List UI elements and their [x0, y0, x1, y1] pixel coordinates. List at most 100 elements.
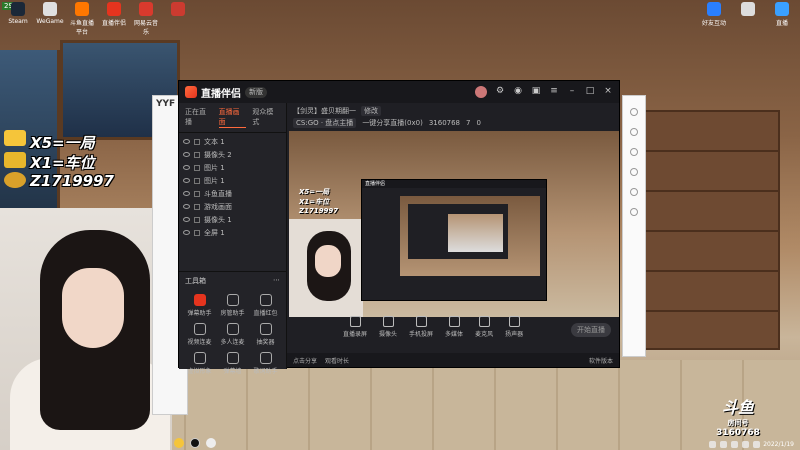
taskbar-clock[interactable]: 2022/1/19 — [763, 441, 794, 448]
panel-dot-icon[interactable] — [630, 208, 638, 216]
desktop-icon[interactable]: 直播伴侣 — [100, 2, 128, 27]
car-icon — [4, 152, 26, 168]
taskbar-app-icon[interactable] — [206, 438, 216, 448]
wallpaper-shelf — [630, 110, 780, 350]
lock-checkbox[interactable] — [194, 216, 200, 223]
visibility-eye-icon[interactable] — [183, 217, 190, 222]
avatar[interactable] — [475, 86, 487, 98]
tool-button[interactable]: 多人连麦 — [216, 323, 249, 346]
stream-preview[interactable]: X5=一局 X1=车位 Z1719997 直播伴侣 — [289, 131, 619, 317]
version-badge[interactable]: 新版 — [245, 86, 267, 98]
scene-item[interactable]: 文本 1 — [183, 135, 282, 148]
tray-icon[interactable] — [731, 441, 738, 448]
tool-label: 弹幕助手 — [187, 310, 212, 317]
tool-button[interactable]: 房管助手 — [216, 294, 249, 317]
room-title[interactable]: 【剑灵】盛贝期翻一 — [293, 106, 356, 116]
lock-checkbox[interactable] — [194, 138, 200, 145]
tray-icon[interactable] — [720, 441, 727, 448]
scene-item[interactable]: 斗鱼直播 — [183, 187, 282, 200]
visibility-eye-icon[interactable] — [183, 178, 190, 183]
desktop-icon[interactable]: Steam — [4, 2, 32, 25]
scene-item[interactable]: 摄像头 1 — [183, 213, 282, 226]
tool-button[interactable]: 弹幕助手 — [183, 294, 216, 317]
desktop-icon[interactable] — [734, 2, 762, 18]
scene-item[interactable]: 全屏 1 — [183, 226, 282, 239]
control-button[interactable]: 摄像头 — [379, 316, 397, 338]
taskbar-app-icon[interactable] — [190, 438, 200, 448]
tool-button[interactable]: 视频连麦 — [183, 323, 216, 346]
desktop-icon-label: 斗鱼直播平台 — [69, 20, 94, 36]
lock-checkbox[interactable] — [194, 190, 200, 197]
tray-icon[interactable] — [753, 441, 760, 448]
gold-bar-icon — [4, 130, 26, 146]
room-stat-share[interactable]: 一键分享直播(0x0) — [362, 118, 423, 128]
tab-1[interactable]: 直播画面 — [218, 107, 247, 128]
tray-icon[interactable] — [742, 441, 749, 448]
scene-item[interactable]: 摄像头 2 — [183, 148, 282, 161]
start-stream-button[interactable]: 开始直播 — [571, 323, 611, 337]
control-button[interactable]: 扬声器 — [505, 316, 523, 338]
control-button[interactable]: 直播录屏 — [343, 316, 367, 338]
status-watch: 观看时长 — [325, 357, 350, 365]
tray-icon[interactable] — [709, 441, 716, 448]
tool-button[interactable]: 抽奖器 — [249, 323, 282, 346]
tab-2[interactable]: 观众模式 — [252, 107, 280, 128]
panel-dot-icon[interactable] — [630, 128, 638, 136]
control-button[interactable]: 多媒体 — [445, 316, 463, 338]
status-share[interactable]: 点击分享 — [293, 356, 317, 365]
record-icon[interactable]: ◉ — [513, 86, 523, 96]
menu-icon[interactable]: ≡ — [549, 86, 559, 96]
settings-icon[interactable]: ⚙ — [495, 86, 505, 96]
visibility-eye-icon[interactable] — [183, 204, 190, 209]
visibility-eye-icon[interactable] — [183, 230, 190, 235]
desktop-icon[interactable]: 好友互动 — [700, 2, 728, 27]
scene-item[interactable]: 游戏画面 — [183, 200, 282, 213]
taskbar-app-icon[interactable] — [174, 438, 184, 448]
tool-button[interactable]: 虚拟形象 — [183, 352, 216, 375]
visibility-eye-icon[interactable] — [183, 139, 190, 144]
lock-checkbox[interactable] — [194, 203, 200, 210]
minimize-icon[interactable]: – — [567, 86, 577, 96]
desktop-icon[interactable]: 斗鱼直播平台 — [68, 2, 96, 36]
panel-dot-icon[interactable] — [630, 188, 638, 196]
preview-line-3: Z1719997 — [299, 207, 339, 215]
right-side-panel[interactable] — [622, 95, 646, 357]
tool-icon — [193, 352, 206, 364]
desktop-icon[interactable]: WeGame — [36, 2, 64, 25]
desktop-icon[interactable]: 网易云音乐 — [132, 2, 160, 36]
lock-checkbox[interactable] — [194, 177, 200, 184]
scene-item[interactable]: 图片 1 — [183, 161, 282, 174]
lock-checkbox[interactable] — [194, 151, 200, 158]
gift-icon[interactable]: ▣ — [531, 86, 541, 96]
desktop-icon[interactable]: 直播 — [768, 2, 796, 27]
control-icon — [349, 316, 361, 327]
panel-dot-icon[interactable] — [630, 168, 638, 176]
close-icon[interactable]: × — [603, 86, 613, 96]
control-button[interactable]: 手机投屏 — [409, 316, 433, 338]
maximize-icon[interactable]: □ — [585, 86, 595, 96]
visibility-eye-icon[interactable] — [183, 152, 190, 157]
desktop-icon[interactable] — [164, 2, 192, 18]
app-logo-icon — [185, 86, 197, 98]
lock-checkbox[interactable] — [194, 229, 200, 236]
desktop-icon-label: 网易云音乐 — [133, 20, 158, 36]
app-icon — [707, 2, 721, 16]
tool-label: 多人连麦 — [220, 339, 245, 346]
tool-button[interactable]: 弹幕墙 — [216, 352, 249, 375]
lock-checkbox[interactable] — [194, 164, 200, 171]
system-tray — [709, 441, 760, 448]
tools-header: 工具箱 ⋯ — [179, 271, 286, 290]
panel-dot-icon[interactable] — [630, 148, 638, 156]
visibility-eye-icon[interactable] — [183, 165, 190, 170]
tool-button[interactable]: 歌词助手 — [249, 352, 282, 375]
control-button[interactable]: 麦克风 — [475, 316, 493, 338]
tool-label: 歌词助手 — [253, 368, 278, 375]
more-icon[interactable]: ⋯ — [273, 276, 280, 286]
visibility-eye-icon[interactable] — [183, 191, 190, 196]
panel-dot-icon[interactable] — [630, 108, 638, 116]
room-category[interactable]: CS:GO · 盘点主播 — [293, 118, 357, 128]
tab-0[interactable]: 正在直播 — [185, 107, 213, 128]
scene-item[interactable]: 图片 1 — [183, 174, 282, 187]
edit-tag[interactable]: 修改 — [361, 106, 381, 116]
tool-button[interactable]: 直播红包 — [249, 294, 282, 317]
